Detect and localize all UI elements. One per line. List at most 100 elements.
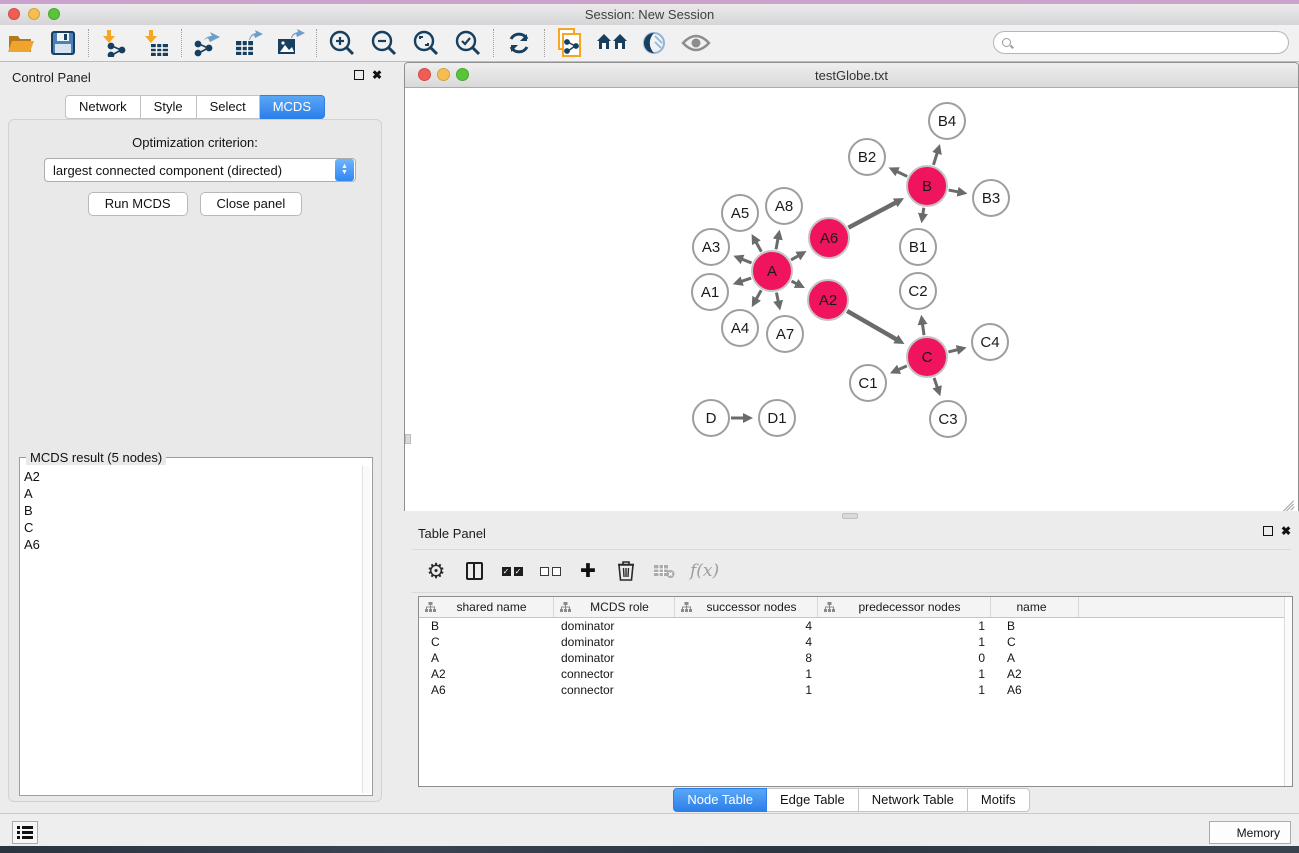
table-row[interactable]: A6 connector 1 1 A6 [419,682,1292,698]
home-button[interactable] [591,26,633,60]
float-table-panel-icon[interactable] [1263,526,1273,536]
column-header-mcds-role[interactable]: MCDS role [554,597,675,617]
tab-mcds[interactable]: MCDS [260,95,325,119]
graph-edge-A-A2[interactable] [792,281,797,284]
criterion-dropdown[interactable]: largest connected component (directed) ▲… [44,158,356,182]
tab-network[interactable]: Network [65,95,141,119]
run-mcds-button[interactable]: Run MCDS [88,192,188,216]
window-title: Session: New Session [0,7,1299,22]
graph-edge-A-A8[interactable] [776,238,778,249]
add-column-button[interactable]: ✚ [576,557,600,585]
window-resize-grip[interactable] [1281,494,1296,509]
export-network-button[interactable] [186,26,228,60]
result-item[interactable]: B [24,502,360,519]
table-row[interactable]: A dominator 8 0 A [419,650,1292,666]
save-session-button[interactable] [42,26,84,60]
close-table-panel-icon[interactable]: ✖ [1281,526,1291,536]
zoom-in-button[interactable] [321,26,363,60]
graph-edge-C-C2[interactable] [922,324,924,336]
result-item[interactable]: A6 [24,536,360,553]
graph-edge-C-C3[interactable] [934,378,937,388]
delete-table-button[interactable] [652,557,676,585]
graph-edge-B-B3[interactable] [949,190,959,192]
result-item[interactable]: C [24,519,360,536]
deselect-all-button[interactable] [538,557,562,585]
graph-node-label-B4: B4 [938,113,956,130]
show-hide-button[interactable] [675,26,717,60]
graph-edge-A-A1[interactable] [741,278,751,281]
open-session-button[interactable] [0,26,42,60]
graph-edge-A2-C[interactable] [847,311,897,340]
float-panel-icon[interactable] [354,70,364,80]
graph-edge-B-B1[interactable] [923,208,924,215]
delete-column-button[interactable] [614,557,638,585]
column-header-name[interactable]: name [991,597,1079,617]
mcds-result-list[interactable]: A2 A B C A6 [24,468,360,791]
result-item[interactable]: A [24,485,360,502]
table-scrollbar[interactable] [1284,597,1292,786]
splitter-grip[interactable] [405,434,411,444]
column-header-successor-nodes[interactable]: successor nodes [675,597,818,617]
memory-button[interactable]: Memory [1209,821,1291,844]
horizontal-splitter-grip[interactable] [842,513,858,519]
tab-node-table[interactable]: Node Table [673,788,767,812]
close-panel-button[interactable]: Close panel [200,192,303,216]
search-field[interactable] [993,31,1289,54]
import-network-button[interactable] [93,26,135,60]
table-row[interactable]: B dominator 4 1 B [419,618,1292,634]
task-history-button[interactable] [12,821,38,844]
close-panel-icon[interactable]: ✖ [372,70,382,80]
visual-styles-button[interactable] [633,26,675,60]
result-item[interactable]: A2 [24,468,360,485]
zoom-fit-button[interactable] [405,26,447,60]
node-table[interactable]: shared name MCDS role successor nodes pr… [418,596,1293,787]
titlebar: Session: New Session [0,4,1299,25]
tab-style[interactable]: Style [141,95,197,119]
select-all-button[interactable]: ✓✓ [500,557,524,585]
save-icon [51,31,75,55]
export-image-button[interactable] [270,26,312,60]
graph-node-label-A5: A5 [731,205,749,222]
tab-motifs[interactable]: Motifs [968,788,1030,812]
import-table-button[interactable] [135,26,177,60]
table-row[interactable]: A2 connector 1 1 A2 [419,666,1292,682]
export-table-button[interactable] [228,26,270,60]
network-graph[interactable]: AA1A2A3A4A5A6A7A8BB1B2B3B4CC1C2C3C4DD1 [405,88,1298,511]
graph-node-label-B: B [922,178,932,195]
graph-edge-B-B2[interactable] [897,171,907,176]
table-row[interactable]: C dominator 4 1 C [419,634,1292,650]
zoom-out-button[interactable] [363,26,405,60]
apply-function-button[interactable]: f(x) [690,557,719,585]
graph-node-label-B1: B1 [909,239,927,256]
search-input[interactable] [1017,36,1288,50]
graph-edge-B-B4[interactable] [933,153,937,165]
tab-network-table[interactable]: Network Table [859,788,968,812]
tab-edge-table[interactable]: Edge Table [767,788,859,812]
result-scrollbar[interactable] [362,466,370,793]
graph-edge-A-A4[interactable] [756,290,761,299]
graph-node-label-B3: B3 [982,190,1000,207]
network-canvas[interactable]: AA1A2A3A4A5A6A7A8BB1B2B3B4CC1C2C3C4DD1 [405,88,1298,511]
graph-edge-A-A3[interactable] [742,259,752,263]
hierarchy-icon [425,602,436,612]
graph-edge-A-A5[interactable] [756,242,761,252]
tab-select[interactable]: Select [197,95,260,119]
refresh-button[interactable] [498,26,540,60]
table-settings-button[interactable]: ⚙ [424,557,448,585]
network-window-titlebar[interactable]: testGlobe.txt [405,63,1298,88]
column-header-predecessor-nodes[interactable]: predecessor nodes [818,597,991,617]
graph-edge-A6-B[interactable] [848,202,896,227]
graph-node-label-A7: A7 [776,326,794,343]
status-bar: Memory [0,813,1299,846]
graph-edge-A-A7[interactable] [776,293,778,302]
table-header-row: shared name MCDS role successor nodes pr… [419,597,1292,618]
graph-edge-C-C1[interactable] [898,366,907,370]
column-header-shared-name[interactable]: shared name [419,597,554,617]
graph-edge-A-A6[interactable] [791,256,799,260]
graph-node-label-A3: A3 [702,239,720,256]
export-table-icon [235,29,263,57]
graph-edge-C-C4[interactable] [948,350,957,352]
zoom-selected-button[interactable] [447,26,489,60]
network-from-file-button[interactable] [549,26,591,60]
show-columns-button[interactable] [462,557,486,585]
